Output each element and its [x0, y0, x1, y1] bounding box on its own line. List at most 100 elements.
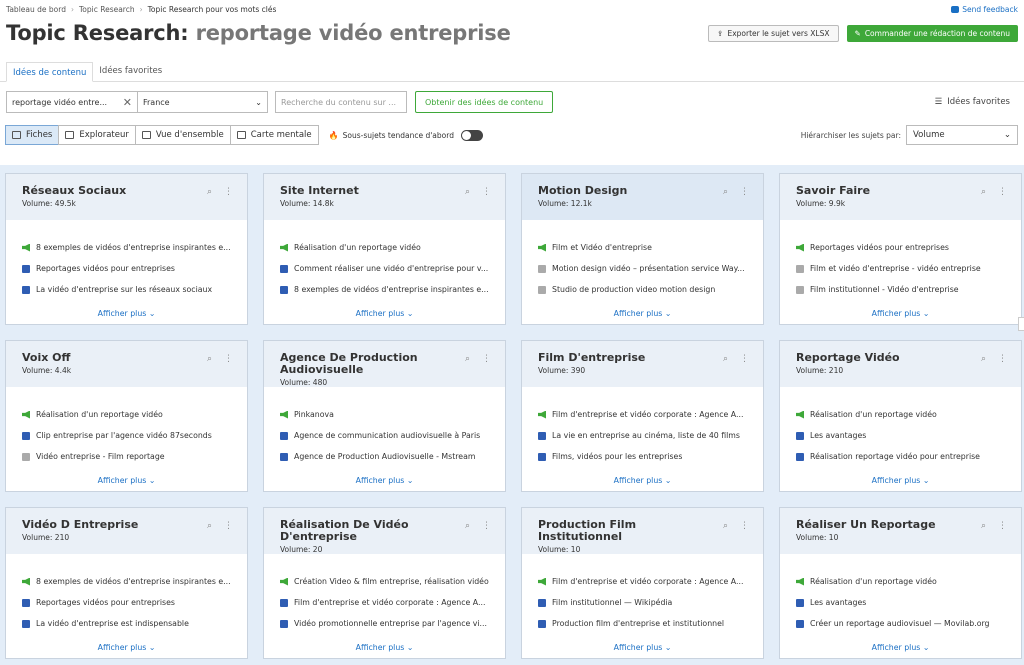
- export-xlsx-button[interactable]: ⇪ Exporter le sujet vers XLSX: [708, 24, 839, 42]
- content-idea-item[interactable]: La vie en entreprise au cinéma, liste de…: [538, 425, 747, 446]
- content-search-input[interactable]: Recherche du contenu sur ...: [275, 91, 407, 113]
- topic-card[interactable]: Agence De Production Audiovisuelle Volum…: [263, 340, 506, 492]
- more-options-icon[interactable]: ⋮: [482, 354, 491, 364]
- tab-favorite-ideas[interactable]: Idées favorites: [93, 61, 168, 81]
- more-options-icon[interactable]: ⋮: [224, 354, 233, 364]
- favorite-ideas-link[interactable]: ☰ Idées favorites: [935, 97, 1018, 107]
- content-idea-item[interactable]: Films, vidéos pour les entreprises: [538, 446, 747, 467]
- show-more-button[interactable]: Afficher plus ⌄: [780, 638, 1021, 658]
- view-mindmap-button[interactable]: Carte mentale: [229, 125, 319, 145]
- show-more-button[interactable]: Afficher plus ⌄: [522, 638, 763, 658]
- clear-icon[interactable]: ✕: [123, 96, 132, 109]
- content-idea-item[interactable]: Créer un reportage audiovisuel — Movilab…: [796, 613, 1005, 634]
- content-idea-item[interactable]: Création Video & film entreprise, réalis…: [280, 571, 489, 592]
- content-idea-item[interactable]: Agence de communication audiovisuelle à …: [280, 425, 489, 446]
- search-icon[interactable]: ⌕: [723, 354, 728, 364]
- content-idea-item[interactable]: Reportages vidéos pour entreprises: [22, 258, 231, 279]
- show-more-button[interactable]: Afficher plus ⌄: [522, 304, 763, 324]
- trending-subtopics-toggle[interactable]: [460, 129, 483, 141]
- view-cards-button[interactable]: Fiches: [5, 125, 60, 145]
- content-idea-item[interactable]: La vidéo d'entreprise sur les réseaux so…: [22, 279, 231, 300]
- view-overview-button[interactable]: Vue d'ensemble: [134, 125, 231, 145]
- content-idea-item[interactable]: 8 exemples de vidéos d'entreprise inspir…: [22, 237, 231, 258]
- content-idea-item[interactable]: Clip entreprise par l'agence vidéo 87sec…: [22, 425, 231, 446]
- content-idea-item[interactable]: Studio de production video motion design: [538, 279, 747, 300]
- more-options-icon[interactable]: ⋮: [482, 187, 491, 197]
- topic-card[interactable]: Vidéo D Entreprise Volume: 210 ⌕ ⋮ 8 exe…: [5, 507, 248, 659]
- search-icon[interactable]: ⌕: [207, 354, 212, 364]
- content-idea-item[interactable]: Réalisation reportage vidéo pour entrepr…: [796, 446, 1005, 467]
- content-idea-item[interactable]: Vidéo entreprise - Film reportage: [22, 446, 231, 467]
- content-idea-item[interactable]: Réalisation d'un reportage vidéo: [280, 237, 489, 258]
- search-icon[interactable]: ⌕: [981, 187, 986, 197]
- content-idea-item[interactable]: Les avantages: [796, 592, 1005, 613]
- more-options-icon[interactable]: ⋮: [998, 521, 1007, 531]
- topic-card[interactable]: Réseaux Sociaux Volume: 49.5k ⌕ ⋮ 8 exem…: [5, 173, 248, 325]
- keyword-input[interactable]: reportage vidéo entre... ✕: [6, 91, 138, 113]
- more-options-icon[interactable]: ⋮: [224, 521, 233, 531]
- content-idea-item[interactable]: Réalisation d'un reportage vidéo: [796, 571, 1005, 592]
- breadcrumb-item[interactable]: Tableau de bord: [6, 5, 66, 14]
- show-more-button[interactable]: Afficher plus ⌄: [264, 471, 505, 491]
- show-more-button[interactable]: Afficher plus ⌄: [264, 638, 505, 658]
- get-content-ideas-button[interactable]: Obtenir des idées de contenu: [415, 91, 554, 113]
- content-idea-item[interactable]: Film et Vidéo d'entreprise: [538, 237, 747, 258]
- search-icon[interactable]: ⌕: [981, 354, 986, 364]
- show-more-button[interactable]: Afficher plus ⌄: [780, 471, 1021, 491]
- content-idea-item[interactable]: 8 exemples de vidéos d'entreprise inspir…: [280, 279, 489, 300]
- content-idea-item[interactable]: Reportages vidéos pour entreprises: [22, 592, 231, 613]
- topic-card[interactable]: Reportage Vidéo Volume: 210 ⌕ ⋮ Réalisat…: [779, 340, 1022, 492]
- search-icon[interactable]: ⌕: [465, 187, 470, 197]
- content-idea-item[interactable]: Film d'entreprise et vidéo corporate : A…: [538, 404, 747, 425]
- search-icon[interactable]: ⌕: [465, 354, 470, 364]
- content-idea-item[interactable]: Pinkanova: [280, 404, 489, 425]
- content-idea-item[interactable]: Production film d'entreprise et institut…: [538, 613, 747, 634]
- send-feedback-link[interactable]: Send feedback: [951, 5, 1018, 14]
- content-idea-item[interactable]: Film d'entreprise et vidéo corporate : A…: [538, 571, 747, 592]
- show-more-button[interactable]: Afficher plus ⌄: [522, 471, 763, 491]
- content-idea-item[interactable]: Reportages vidéos pour entreprises: [796, 237, 1005, 258]
- more-options-icon[interactable]: ⋮: [998, 354, 1007, 364]
- show-more-button[interactable]: Afficher plus ⌄: [6, 638, 247, 658]
- show-more-button[interactable]: Afficher plus ⌄: [6, 304, 247, 324]
- more-options-icon[interactable]: ⋮: [224, 187, 233, 197]
- show-more-button[interactable]: Afficher plus ⌄: [780, 304, 1021, 324]
- breadcrumb-item[interactable]: Topic Research: [79, 5, 135, 14]
- content-idea-item[interactable]: Agence de Production Audiovisuelle - Mst…: [280, 446, 489, 467]
- search-icon[interactable]: ⌕: [465, 521, 470, 531]
- more-options-icon[interactable]: ⋮: [482, 521, 491, 531]
- content-idea-item[interactable]: Les avantages: [796, 425, 1005, 446]
- content-idea-item[interactable]: Motion design vidéo – présentation servi…: [538, 258, 747, 279]
- content-idea-item[interactable]: Film institutionnel — Wikipédia: [538, 592, 747, 613]
- content-idea-item[interactable]: Comment réaliser une vidéo d'entreprise …: [280, 258, 489, 279]
- topic-card[interactable]: Film D'entreprise Volume: 390 ⌕ ⋮ Film d…: [521, 340, 764, 492]
- topic-card[interactable]: Réaliser Un Reportage Volume: 10 ⌕ ⋮ Réa…: [779, 507, 1022, 659]
- content-idea-item[interactable]: Vidéo promotionnelle entreprise par l'ag…: [280, 613, 489, 634]
- content-idea-item[interactable]: Réalisation d'un reportage vidéo: [796, 404, 1005, 425]
- tab-content-ideas[interactable]: Idées de contenu: [6, 62, 94, 82]
- content-idea-item[interactable]: 8 exemples de vidéos d'entreprise inspir…: [22, 571, 231, 592]
- content-idea-item[interactable]: Réalisation d'un reportage vidéo: [22, 404, 231, 425]
- more-options-icon[interactable]: ⋮: [740, 354, 749, 364]
- side-panel-handle[interactable]: [1018, 317, 1024, 331]
- search-icon[interactable]: ⌕: [207, 521, 212, 531]
- content-idea-item[interactable]: Film d'entreprise et vidéo corporate : A…: [280, 592, 489, 613]
- sort-select[interactable]: Volume ⌄: [906, 125, 1018, 145]
- topic-card[interactable]: Réalisation De Vidéo D'entreprise Volume…: [263, 507, 506, 659]
- more-options-icon[interactable]: ⋮: [740, 187, 749, 197]
- search-icon[interactable]: ⌕: [207, 187, 212, 197]
- content-idea-item[interactable]: La vidéo d'entreprise est indispensable: [22, 613, 231, 634]
- search-icon[interactable]: ⌕: [981, 521, 986, 531]
- show-more-button[interactable]: Afficher plus ⌄: [6, 471, 247, 491]
- show-more-button[interactable]: Afficher plus ⌄: [264, 304, 505, 324]
- topic-card[interactable]: Savoir Faire Volume: 9.9k ⌕ ⋮ Reportages…: [779, 173, 1022, 325]
- country-select[interactable]: France ⌄: [138, 91, 268, 113]
- more-options-icon[interactable]: ⋮: [998, 187, 1007, 197]
- topic-card[interactable]: Motion Design Volume: 12.1k ⌕ ⋮ Film et …: [521, 173, 764, 325]
- order-content-button[interactable]: ✎ Commander une rédaction de contenu: [846, 24, 1018, 42]
- topic-card[interactable]: Site Internet Volume: 14.8k ⌕ ⋮ Réalisat…: [263, 173, 506, 325]
- content-idea-item[interactable]: Film institutionnel - Vidéo d'entreprise: [796, 279, 1005, 300]
- topic-card[interactable]: Production Film Institutionnel Volume: 1…: [521, 507, 764, 659]
- view-explorer-button[interactable]: Explorateur: [58, 125, 136, 145]
- more-options-icon[interactable]: ⋮: [740, 521, 749, 531]
